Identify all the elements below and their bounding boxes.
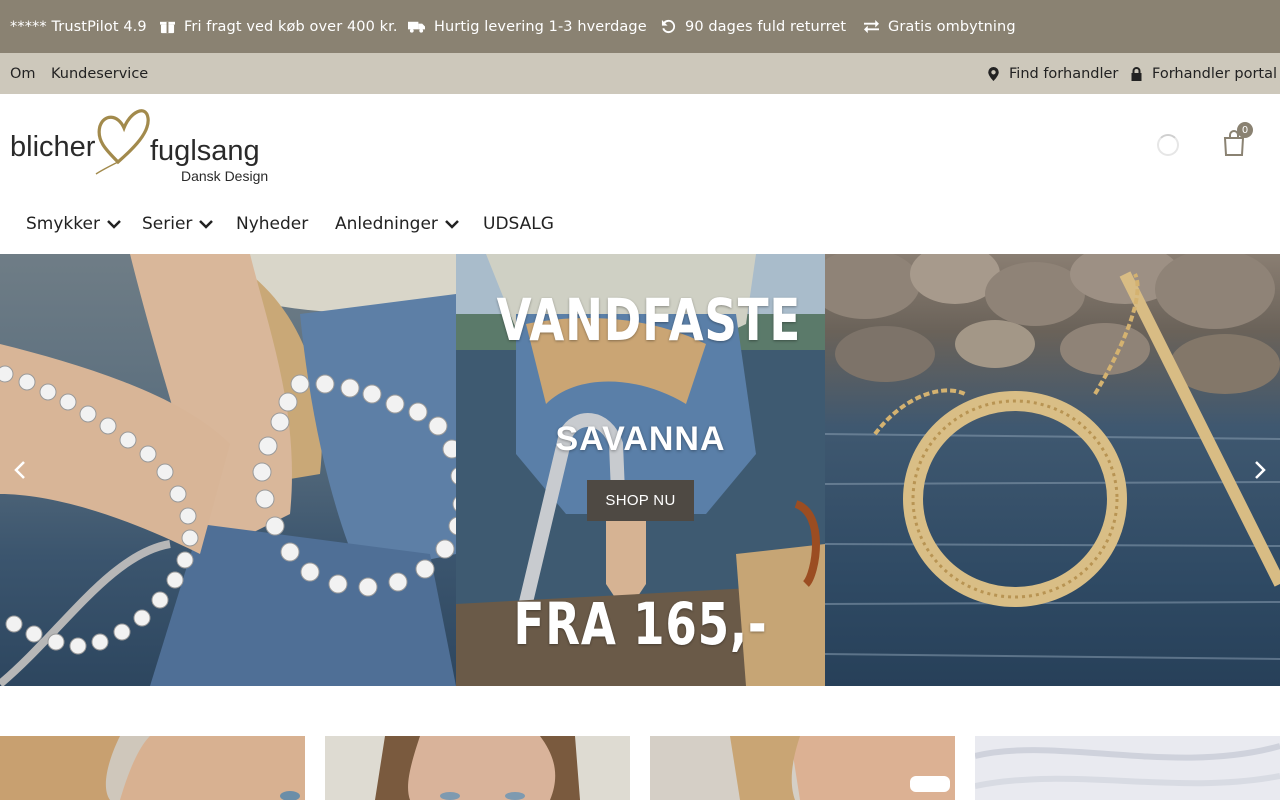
hero-image-right (825, 254, 1280, 686)
lock-icon (1131, 66, 1142, 81)
retailer-portal-link[interactable]: Forhandler portal (1130, 53, 1277, 94)
promo-bar: ***** TrustPilot 4.9 Fri fragt ved køb o… (0, 0, 1280, 53)
heart-icon (97, 109, 150, 165)
undo-icon (661, 19, 676, 34)
chevron-down-icon (445, 220, 459, 229)
nav-item-udsalg[interactable]: UDSALG (483, 204, 554, 244)
category-card-1[interactable] (0, 736, 305, 800)
trustpilot-rating[interactable]: ***** TrustPilot 4.9 (10, 0, 147, 53)
nav-item-smykker[interactable]: Smykker (26, 204, 121, 244)
brand-logo[interactable]: blicher fuglsang Dansk Design (10, 102, 278, 186)
logo-text-blicher: blicher (10, 131, 96, 163)
cart-count-badge: 0 (1237, 122, 1253, 138)
category-card-2[interactable] (325, 736, 630, 800)
hero-series-name: SAVANNA (555, 420, 726, 458)
loading-spinner-icon (1157, 134, 1179, 156)
shop-now-button[interactable]: SHOP NU (587, 480, 694, 521)
chevron-down-icon (107, 220, 121, 229)
slider-next-arrow-icon[interactable] (1250, 459, 1270, 481)
exchange-icon (864, 19, 879, 34)
about-link[interactable]: Om (10, 53, 36, 94)
category-card-3[interactable] (650, 736, 955, 800)
slider-prev-arrow-icon[interactable] (10, 459, 30, 481)
nav-item-anledninger[interactable]: Anledninger (335, 204, 459, 244)
hero-image-left (0, 254, 456, 686)
nav-item-serier[interactable]: Serier (142, 204, 214, 244)
category-card-4[interactable] (975, 736, 1280, 800)
find-retailer-link[interactable]: Find forhandler (987, 53, 1118, 94)
free-shipping-note: Fri fragt ved køb over 400 kr. (160, 0, 398, 53)
main-navigation: Smykker Serier Nyheder Anledninger UDSAL… (0, 204, 700, 244)
hero-headline: VANDFASTE (496, 286, 802, 354)
nav-item-nyheder[interactable]: Nyheder (236, 204, 308, 244)
chevron-down-icon (199, 220, 214, 229)
map-marker-icon (988, 66, 999, 81)
truck-icon (408, 21, 425, 33)
fast-delivery-note: Hurtig levering 1-3 hverdage (408, 0, 647, 53)
gift-icon (160, 21, 175, 34)
logo-tagline: Dansk Design (181, 168, 268, 184)
utility-bar: Om Kundeservice Find forhandler Forhandl… (0, 53, 1280, 94)
hero-price: FRA 165,- (513, 590, 768, 658)
logo-text-fuglsang: fuglsang (150, 135, 260, 167)
exchange-note: Gratis ombytning (864, 0, 1016, 53)
customer-service-link[interactable]: Kundeservice (51, 53, 148, 94)
returns-note: 90 dages fuld returret (661, 0, 846, 53)
